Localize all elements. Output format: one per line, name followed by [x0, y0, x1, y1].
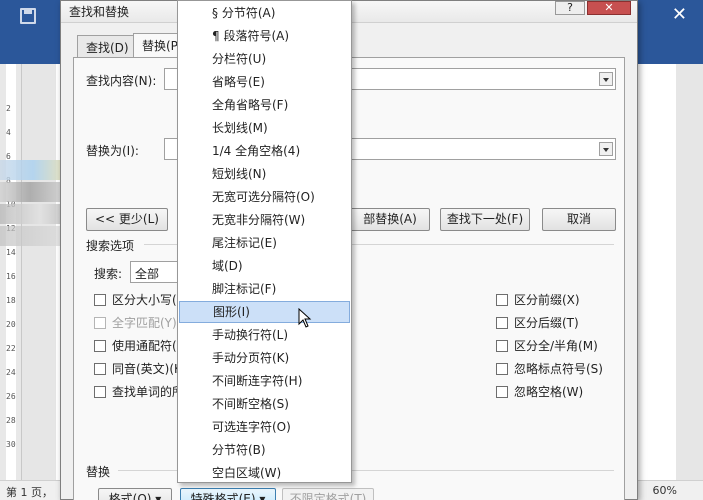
option-label: 忽略空格(W) — [514, 385, 584, 399]
menu-item-manual-page-break[interactable]: 手动分页符(K) — [179, 347, 350, 369]
special-format-menu: § 分节符(A) ¶ 段落符号(A) 分栏符(U) 省略号(E) 全角省略号(F… — [177, 0, 352, 483]
option-label: 查找单词的所 — [112, 385, 185, 399]
blurred-image — [0, 226, 60, 246]
checkbox[interactable] — [496, 294, 508, 306]
less-button[interactable]: << 更少(L) — [86, 208, 168, 231]
option-full-half-width[interactable]: 区分全/半角(M) — [496, 337, 598, 354]
vertical-ruler: 2 4 6 8 10 12 14 16 18 20 22 24 26 28 30 — [0, 64, 22, 480]
ruler-number: 14 — [6, 248, 16, 257]
dialog-title: 查找和替换 — [69, 5, 130, 19]
checkbox[interactable] — [496, 340, 508, 352]
menu-item-manual-line-break[interactable]: 手动换行符(L) — [179, 324, 350, 346]
option-label: 区分后缀(T) — [514, 316, 579, 330]
menu-item-section-char[interactable]: § 分节符(A) — [179, 2, 350, 24]
menu-item-field[interactable]: 域(D) — [179, 255, 350, 277]
save-icon[interactable] — [20, 8, 36, 24]
tab-find[interactable]: 查找(D) — [77, 35, 138, 57]
zoom-level[interactable]: 60% — [653, 484, 677, 497]
option-label: 区分全/半角(M) — [514, 339, 598, 353]
ruler-number: 28 — [6, 416, 16, 425]
menu-item-full-width-ellipsis[interactable]: 全角省略号(F) — [179, 94, 350, 116]
status-page: 第 1 页， — [6, 486, 53, 499]
replace-all-button[interactable]: 部替换(A) — [350, 208, 430, 231]
menu-item-zero-width-optional-break[interactable]: 无宽可选分隔符(O) — [179, 186, 350, 208]
ruler-number: 16 — [6, 272, 16, 281]
menu-item-endnote-mark[interactable]: 尾注标记(E) — [179, 232, 350, 254]
menu-item-paragraph-mark[interactable]: ¶ 段落符号(A) — [179, 25, 350, 47]
checkbox — [94, 317, 106, 329]
option-whole-word: 全字匹配(Y) — [94, 314, 177, 331]
menu-item-footnote-mark[interactable]: 脚注标记(F) — [179, 278, 350, 300]
checkbox[interactable] — [94, 340, 106, 352]
ruler-number: 22 — [6, 344, 16, 353]
menu-item-quarter-em-space[interactable]: 1/4 全角空格(4) — [179, 140, 350, 162]
ruler-number: 30 — [6, 440, 16, 449]
chevron-down-icon[interactable] — [599, 142, 613, 156]
replace-with-label: 替换为(I): — [86, 144, 139, 158]
cancel-button[interactable]: 取消 — [542, 208, 616, 231]
checkbox[interactable] — [94, 363, 106, 375]
no-formatting-button: 不限定格式(T) — [282, 488, 374, 500]
option-all-word-forms[interactable]: 查找单词的所 — [94, 383, 184, 400]
search-options-label: 搜索选项 — [86, 239, 135, 253]
checkbox[interactable] — [94, 386, 106, 398]
option-ignore-spaces[interactable]: 忽略空格(W) — [496, 383, 583, 400]
menu-item-nonbreaking-hyphen[interactable]: 不间断连字符(H) — [179, 370, 350, 392]
option-label: 同音(英文)(K — [112, 362, 182, 376]
option-label: 区分大小写( — [112, 293, 177, 307]
option-label: 全字匹配(Y) — [112, 316, 177, 330]
checkbox[interactable] — [496, 363, 508, 375]
menu-item-graphic[interactable]: 图形(I) — [179, 301, 350, 323]
option-match-prefix[interactable]: 区分前缀(X) — [496, 291, 580, 308]
help-button[interactable]: ? — [555, 1, 585, 15]
menu-item-section-break[interactable]: 分节符(B) — [179, 439, 350, 461]
find-next-button[interactable]: 查找下一处(F) — [440, 208, 530, 231]
option-match-suffix[interactable]: 区分后缀(T) — [496, 314, 579, 331]
menu-item-optional-hyphen[interactable]: 可选连字符(O) — [179, 416, 350, 438]
mouse-pointer-icon — [298, 308, 312, 328]
ruler-number: 20 — [6, 320, 16, 329]
menu-item-en-dash[interactable]: 短划线(N) — [179, 163, 350, 185]
close-icon[interactable]: ✕ — [587, 1, 631, 15]
find-what-label: 查找内容(N): — [86, 74, 157, 88]
option-label: 使用通配符( — [112, 339, 177, 353]
checkbox[interactable] — [94, 294, 106, 306]
checkbox[interactable] — [496, 317, 508, 329]
option-sounds-like[interactable]: 同音(英文)(K — [94, 360, 182, 377]
option-label: 忽略标点符号(S) — [514, 362, 603, 376]
ruler-number: 18 — [6, 296, 16, 305]
menu-item-ellipsis[interactable]: 省略号(E) — [179, 71, 350, 93]
menu-item-column-break[interactable]: 分栏符(U) — [179, 48, 350, 70]
replace-section-label: 替换 — [86, 465, 111, 479]
special-format-button[interactable]: 特殊格式(E) ▾ — [180, 488, 276, 500]
ruler-number: 24 — [6, 368, 16, 377]
menu-item-em-dash[interactable]: 长划线(M) — [179, 117, 350, 139]
word-close-icon[interactable]: ✕ — [672, 4, 687, 26]
chevron-down-icon[interactable] — [599, 72, 613, 86]
search-direction-label: 搜索: — [94, 267, 123, 281]
option-ignore-punctuation[interactable]: 忽略标点符号(S) — [496, 360, 603, 377]
menu-item-nonbreaking-space[interactable]: 不间断空格(S) — [179, 393, 350, 415]
ruler-number: 2 — [6, 104, 11, 113]
checkbox[interactable] — [496, 386, 508, 398]
format-button[interactable]: 格式(O) ▾ — [98, 488, 172, 500]
ruler-number: 4 — [6, 128, 11, 137]
option-label: 区分前缀(X) — [514, 293, 580, 307]
menu-item-white-space[interactable]: 空白区域(W) — [179, 462, 350, 484]
search-direction-value: 全部 — [135, 267, 160, 281]
ruler-number: 26 — [6, 392, 16, 401]
option-match-case[interactable]: 区分大小写( — [94, 291, 177, 308]
menu-item-zero-width-non-break[interactable]: 无宽非分隔符(W) — [179, 209, 350, 231]
option-wildcards[interactable]: 使用通配符( — [94, 337, 177, 354]
